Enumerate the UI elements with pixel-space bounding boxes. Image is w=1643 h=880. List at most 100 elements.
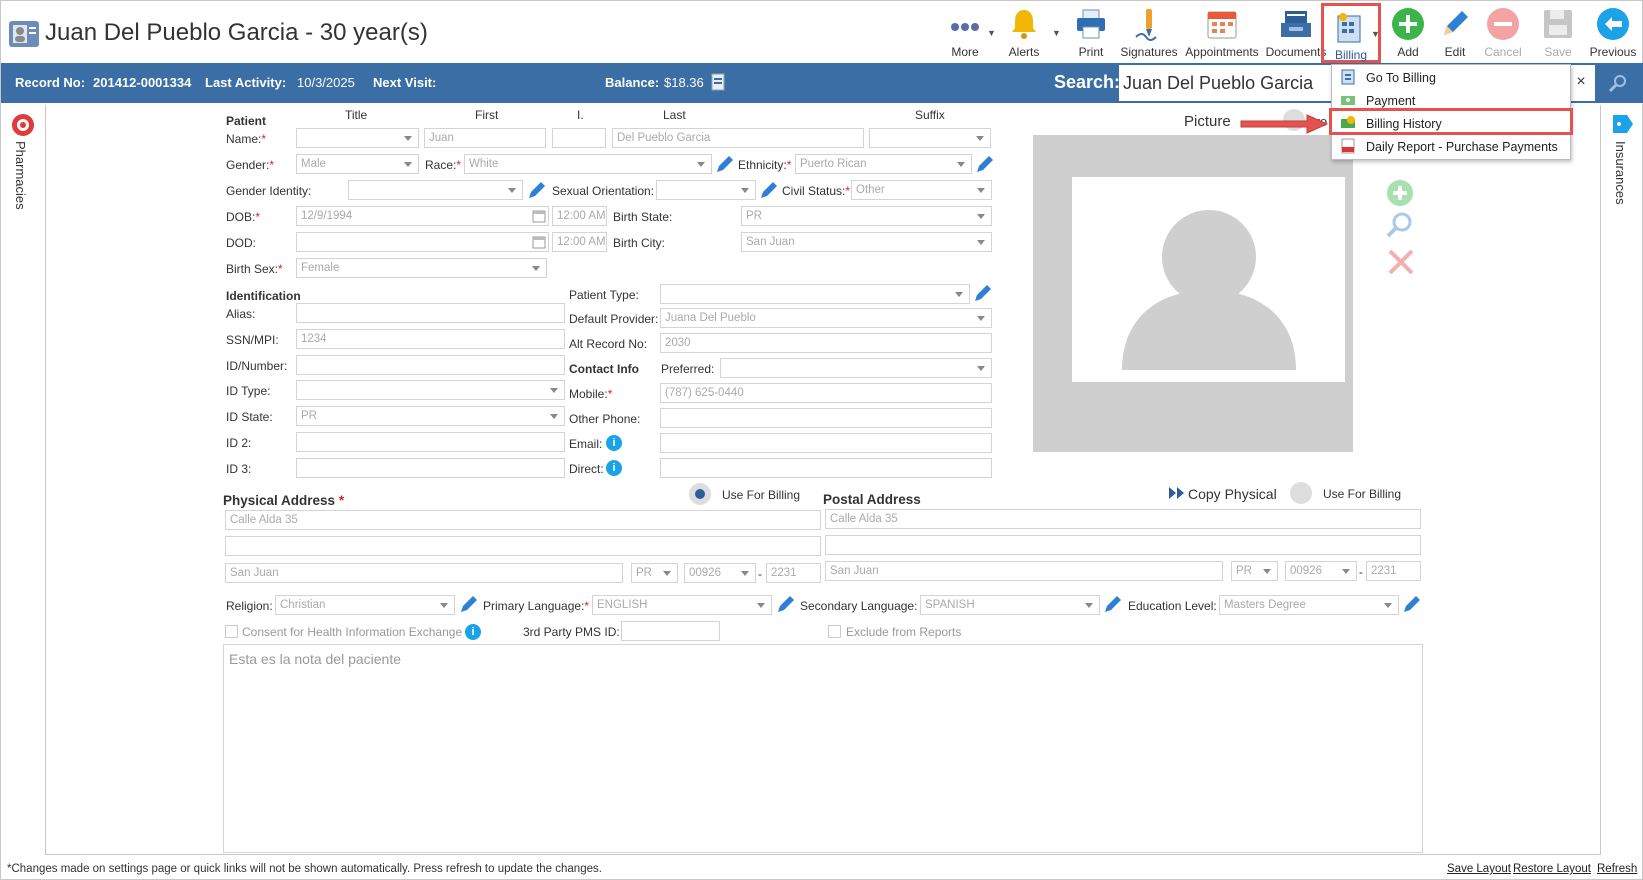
race-select[interactable]: White [464, 154, 712, 174]
patient-notes-textarea[interactable]: Esta es la nota del paciente [223, 644, 1423, 853]
physical-zip-select[interactable]: 00926 [684, 563, 756, 583]
postal-line1-input[interactable]: Calle Alda 35 [825, 509, 1421, 529]
postal-city-input[interactable]: San Juan [825, 561, 1223, 581]
education-level-select[interactable]: Masters Degree [1219, 595, 1399, 615]
postal-zip-select[interactable]: 00926 [1285, 561, 1357, 581]
sexual-orientation-edit-icon[interactable] [758, 180, 778, 200]
dob-calendar-icon[interactable] [532, 209, 546, 223]
refresh-link[interactable]: Refresh [1597, 863, 1637, 875]
civil-status-select[interactable]: Other [851, 180, 992, 200]
appointments-button[interactable]: Appointments [1182, 5, 1262, 61]
physical-state-select[interactable]: PR [631, 563, 678, 583]
alerts-button[interactable]: Alerts [995, 5, 1053, 61]
alt-record-input[interactable]: 2030 [660, 333, 992, 353]
dod-input[interactable] [296, 232, 549, 252]
copy-physical-icon[interactable] [1169, 487, 1185, 499]
search-input[interactable]: Juan Del Pueblo Garcia [1119, 65, 1332, 101]
physical-city-input[interactable]: San Juan [225, 563, 623, 583]
gender-identity-select[interactable] [348, 180, 523, 200]
sexual-orientation-select[interactable] [656, 180, 756, 200]
ethnicity-edit-icon[interactable] [974, 154, 994, 174]
race-edit-icon[interactable] [714, 154, 734, 174]
ssn-input[interactable]: 1234 [296, 329, 565, 349]
preferred-select[interactable] [720, 358, 992, 378]
menu-item-daily-report[interactable]: Daily Report - Purchase Payments [1332, 135, 1572, 158]
more-icon [951, 23, 979, 31]
insurances-tab[interactable]: Insurances [1613, 141, 1628, 205]
birth-state-select[interactable]: PR [741, 206, 992, 226]
secondary-language-edit-icon[interactable] [1102, 594, 1122, 614]
id3-input[interactable] [296, 458, 565, 478]
direct-info-icon[interactable]: i [606, 460, 622, 476]
id-type-select[interactable] [296, 380, 565, 400]
dod-calendar-icon[interactable] [532, 235, 546, 249]
direct-input[interactable] [660, 458, 992, 478]
physical-zip4-input[interactable]: 2231 [766, 563, 821, 583]
gender-select[interactable]: Male [296, 154, 419, 174]
education-level-edit-icon[interactable] [1401, 594, 1421, 614]
insurances-tag-icon[interactable] [1611, 113, 1635, 135]
suffix-select[interactable] [869, 128, 991, 148]
patient-type-edit-icon[interactable] [972, 283, 992, 303]
id2-input[interactable] [296, 432, 565, 452]
zoom-picture-icon[interactable] [1386, 211, 1414, 239]
documents-button[interactable]: Documents [1263, 5, 1329, 61]
pharmacies-eye-icon[interactable] [11, 113, 35, 137]
direct-label: Direct: [569, 462, 604, 476]
consent-info-icon[interactable]: i [465, 624, 481, 640]
delete-picture-icon[interactable] [1386, 247, 1416, 277]
patient-type-select[interactable] [660, 284, 970, 304]
last-name-input[interactable]: Del Pueblo Garcia [612, 128, 864, 148]
primary-language-select[interactable]: ENGLISH [592, 595, 772, 615]
save-button[interactable]: Save [1529, 5, 1587, 61]
restore-layout-link[interactable]: Restore Layout [1513, 863, 1591, 875]
previous-button[interactable]: Previous [1584, 5, 1642, 61]
id-number-input[interactable] [296, 355, 565, 375]
first-name-input[interactable]: Juan [424, 128, 546, 148]
physical-line1-input[interactable]: Calle Alda 35 [225, 510, 821, 530]
alias-input[interactable] [296, 303, 565, 323]
mobile-input[interactable]: (787) 625-0440 [660, 383, 992, 403]
record-value: 201412-0001334 [93, 75, 192, 90]
copy-physical-button[interactable]: Copy Physical [1188, 486, 1277, 502]
save-layout-link[interactable]: Save Layout [1447, 863, 1511, 875]
title-select[interactable] [296, 128, 419, 148]
physical-use-billing-radio[interactable] [689, 483, 711, 505]
dod-time-input[interactable]: 12:00 AM [552, 232, 607, 252]
postal-state-select[interactable]: PR [1231, 561, 1278, 581]
dob-input[interactable]: 12/9/1994 [296, 206, 549, 226]
signatures-button[interactable]: Signatures [1118, 5, 1180, 61]
exclude-reports-checkbox[interactable] [828, 625, 841, 638]
secondary-language-select[interactable]: SPANISH [920, 595, 1100, 615]
id-state-select[interactable]: PR [296, 406, 565, 426]
postal-line2-input[interactable] [825, 535, 1421, 555]
menu-item-go-to-billing[interactable]: Go To Billing [1332, 66, 1572, 89]
default-provider-select[interactable]: Juana Del Pueblo [660, 308, 992, 328]
religion-edit-icon[interactable] [458, 594, 478, 614]
birth-city-select[interactable]: San Juan [741, 232, 992, 252]
cancel-button[interactable]: Cancel [1474, 5, 1532, 61]
more-button[interactable]: More [936, 5, 994, 61]
birth-sex-select[interactable]: Female [296, 258, 547, 278]
ethnicity-select[interactable]: Puerto Rican [795, 154, 972, 174]
postal-zip4-input[interactable]: 2231 [1366, 561, 1421, 581]
pms-id-input[interactable] [621, 621, 720, 641]
printer-icon [1077, 9, 1105, 39]
alerts-caret-icon[interactable]: ▼ [1052, 28, 1061, 38]
pharmacies-tab[interactable]: Pharmacies [13, 141, 28, 210]
balance-detail-icon[interactable] [709, 73, 727, 91]
consent-checkbox[interactable] [225, 625, 238, 638]
add-picture-icon[interactable] [1386, 179, 1414, 207]
email-input[interactable] [660, 433, 992, 453]
primary-language-edit-icon[interactable] [775, 594, 795, 614]
email-info-icon[interactable]: i [606, 435, 622, 451]
other-phone-input[interactable] [660, 408, 992, 428]
print-button[interactable]: Print [1062, 5, 1120, 61]
gender-identity-edit-icon[interactable] [526, 180, 546, 200]
dob-time-input[interactable]: 12:00 AM [552, 206, 607, 226]
middle-initial-input[interactable] [552, 128, 606, 148]
religion-select[interactable]: Christian [275, 595, 455, 615]
physical-line2-input[interactable] [225, 536, 821, 556]
postal-use-billing-radio[interactable] [1290, 482, 1312, 504]
search-button[interactable] [1595, 65, 1640, 101]
